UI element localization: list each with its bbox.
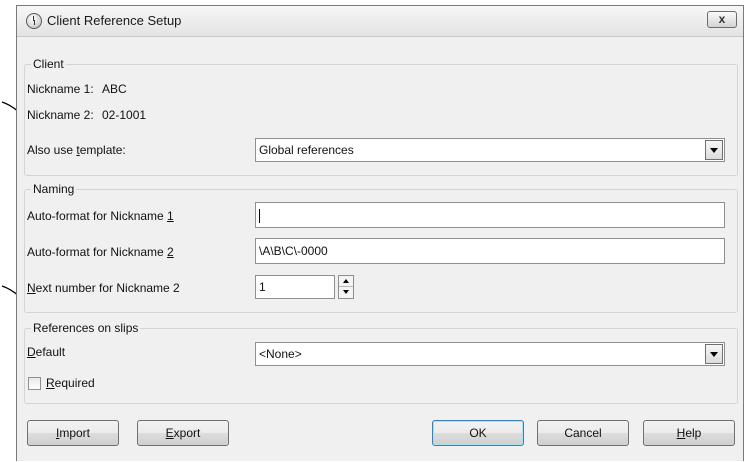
autofmt1-input[interactable]	[255, 202, 725, 228]
required-label[interactable]: Required	[46, 376, 95, 390]
cancel-button[interactable]: Cancel	[537, 420, 629, 446]
template-dropdown-value: Global references	[259, 143, 354, 157]
client-legend: Client	[31, 57, 66, 71]
required-checkbox[interactable]	[28, 377, 41, 390]
next-number-stepper[interactable]	[338, 275, 354, 299]
nickname1-label: Nickname 1:	[27, 82, 94, 96]
text-caret	[259, 208, 260, 223]
autofmt2-input[interactable]: \A\B\C\-0000	[255, 238, 725, 264]
client-reference-setup-dialog: Client Reference Setup x Client Nickname…	[16, 5, 744, 461]
export-button[interactable]: Export	[137, 420, 229, 446]
ok-button[interactable]: OK	[432, 420, 524, 446]
spin-down-icon[interactable]	[339, 287, 353, 298]
slips-legend: References on slips	[31, 321, 141, 335]
default-dropdown[interactable]: <None>	[255, 342, 725, 366]
chevron-down-icon[interactable]	[705, 344, 723, 364]
autofmt2-label: Auto-format for Nickname 2	[27, 245, 174, 259]
template-label: Also use template:	[27, 143, 126, 157]
clock-icon	[26, 13, 42, 29]
autofmt2-value: \A\B\C\-0000	[259, 244, 328, 258]
title-bar: Client Reference Setup x	[17, 6, 743, 37]
template-dropdown[interactable]: Global references	[255, 138, 725, 162]
nickname2-label: Nickname 2:	[27, 108, 94, 122]
import-button[interactable]: Import	[27, 420, 119, 446]
naming-legend: Naming	[31, 182, 77, 196]
chevron-down-icon[interactable]	[705, 140, 723, 160]
help-button[interactable]: Help	[643, 420, 735, 446]
slips-group: References on slips	[24, 321, 738, 404]
nickname1-value: ABC	[102, 82, 127, 96]
next-number-label: Next number for Nickname 2	[27, 281, 180, 295]
spin-up-icon[interactable]	[339, 276, 353, 287]
next-number-input[interactable]: 1	[255, 275, 335, 299]
next-number-value: 1	[259, 280, 266, 294]
autofmt1-label: Auto-format for Nickname 1	[27, 209, 174, 223]
close-button[interactable]: x	[707, 11, 737, 28]
nickname2-value: 02-1001	[102, 108, 147, 122]
dialog-title: Client Reference Setup	[47, 13, 182, 28]
default-label: Default	[27, 345, 66, 359]
default-dropdown-value: <None>	[259, 347, 302, 361]
